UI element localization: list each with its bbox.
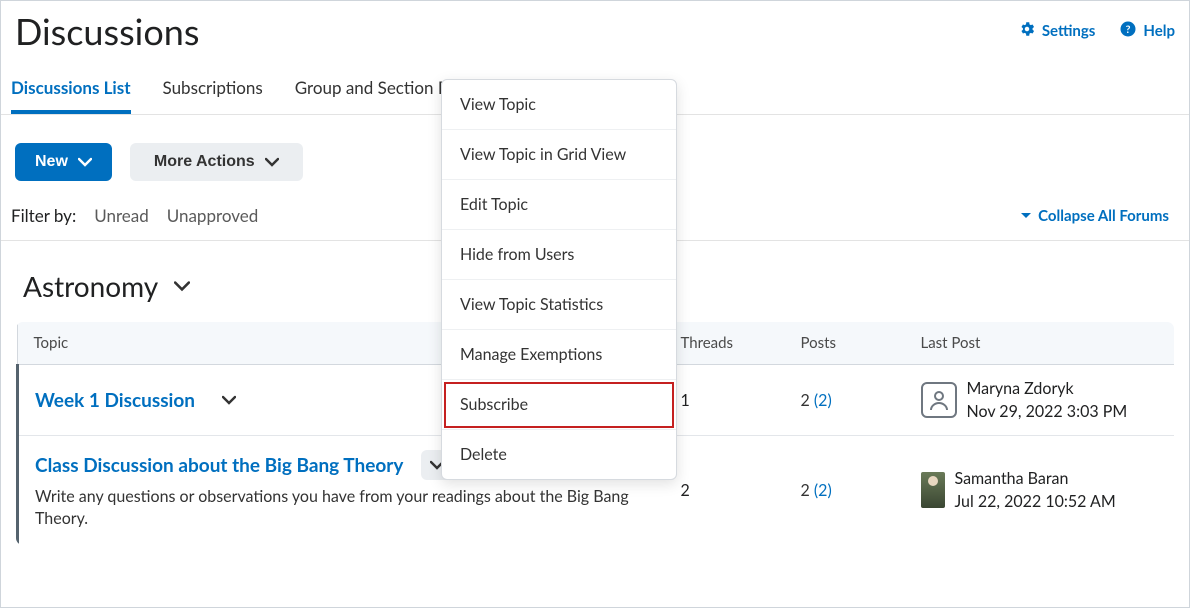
last-post-author: Samantha Baran [955, 469, 1116, 488]
caret-down-icon [1020, 207, 1032, 225]
topic-menu-toggle[interactable] [213, 385, 245, 415]
more-actions-button[interactable]: More Actions [130, 143, 303, 181]
menu-delete[interactable]: Delete [442, 430, 676, 479]
unread-count[interactable]: (2) [814, 391, 832, 410]
chevron-down-icon [265, 157, 279, 167]
col-posts: Posts [785, 322, 905, 365]
col-last-post: Last Post [905, 322, 1175, 365]
filter-label: Filter by: [11, 205, 76, 226]
svg-text:?: ? [1126, 24, 1131, 36]
menu-view-topic[interactable]: View Topic [442, 80, 676, 130]
topic-link[interactable]: Class Discussion about the Big Bang Theo… [35, 450, 453, 480]
posts-count: 2 (2) [785, 436, 905, 546]
menu-view-stats[interactable]: View Topic Statistics [442, 280, 676, 330]
tab-subscriptions[interactable]: Subscriptions [163, 71, 263, 114]
new-button[interactable]: New [15, 143, 112, 181]
page-title: Discussions [15, 9, 199, 53]
last-post-author: Maryna Zdoryk [967, 379, 1128, 398]
help-icon: ? [1119, 20, 1137, 42]
avatar [921, 472, 945, 508]
threads-count: 2 [665, 436, 785, 546]
last-post-date: Nov 29, 2022 3:03 PM [967, 402, 1128, 421]
menu-hide-users[interactable]: Hide from Users [442, 230, 676, 280]
forum-menu-toggle[interactable] [174, 280, 190, 292]
help-link[interactable]: ? Help [1119, 20, 1175, 42]
avatar [921, 382, 957, 418]
topic-context-menu: View Topic View Topic in Grid View Edit … [441, 79, 677, 480]
topic-link[interactable]: Week 1 Discussion [35, 385, 245, 415]
collapse-all-link[interactable]: Collapse All Forums [1020, 207, 1169, 225]
settings-link[interactable]: Settings [1018, 20, 1096, 42]
gear-icon [1018, 20, 1036, 42]
posts-count: 2 (2) [785, 365, 905, 436]
threads-count: 1 [665, 365, 785, 436]
filter-unapproved[interactable]: Unapproved [167, 205, 259, 226]
chevron-down-icon [78, 157, 92, 167]
col-threads: Threads [665, 322, 785, 365]
menu-view-grid[interactable]: View Topic in Grid View [442, 130, 676, 180]
filter-unread[interactable]: Unread [94, 205, 149, 226]
unread-count[interactable]: (2) [814, 481, 832, 500]
topic-description: Write any questions or observations you … [35, 486, 649, 531]
forum-title: Astronomy [23, 269, 158, 303]
menu-manage-exemptions[interactable]: Manage Exemptions [442, 330, 676, 380]
tab-discussions-list[interactable]: Discussions List [11, 71, 131, 114]
menu-edit-topic[interactable]: Edit Topic [442, 180, 676, 230]
last-post-date: Jul 22, 2022 10:52 AM [955, 492, 1116, 511]
menu-subscribe[interactable]: Subscribe [442, 380, 676, 430]
